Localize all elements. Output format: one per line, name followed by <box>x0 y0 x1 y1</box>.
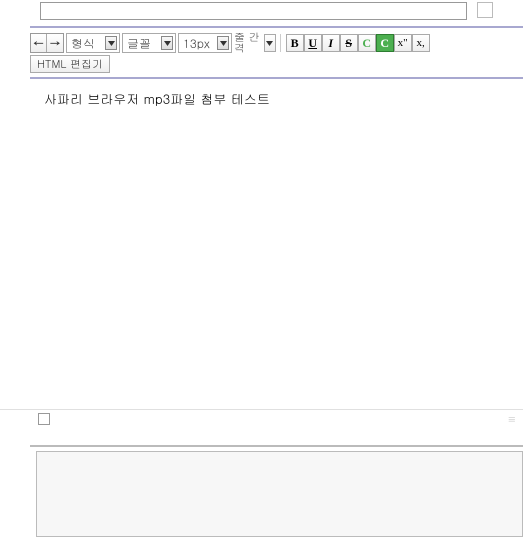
editor-toolbar: ← → 형식 글꼴 13px 줄 간 격 B U I S C <box>30 26 523 73</box>
bold-button[interactable]: B <box>286 34 304 52</box>
html-editor-button[interactable]: HTML 편집기 <box>30 55 110 73</box>
font-select[interactable]: 글꼴 <box>122 33 176 53</box>
italic-button[interactable]: I <box>322 34 340 52</box>
underline-button[interactable]: U <box>304 34 322 52</box>
format-select[interactable]: 형식 <box>66 33 120 53</box>
lower-panel-content <box>36 451 523 537</box>
status-checkbox-icon[interactable] <box>38 413 50 425</box>
redo-button[interactable]: → <box>47 34 63 52</box>
fontsize-select-label: 13px <box>183 35 215 52</box>
title-input[interactable] <box>40 2 467 20</box>
superscript-button[interactable]: x" <box>394 34 412 52</box>
lower-panel <box>30 445 523 537</box>
status-bar: ≡ <box>0 409 523 427</box>
chevron-down-icon <box>105 36 117 50</box>
history-group: ← → <box>30 33 64 53</box>
subscript-button[interactable]: x, <box>412 34 430 52</box>
attachment-icon[interactable] <box>477 2 493 18</box>
bgcolor-button[interactable]: C <box>376 34 394 52</box>
chevron-down-icon <box>161 36 173 50</box>
undo-button[interactable]: ← <box>31 34 47 52</box>
separator <box>280 34 282 52</box>
font-select-label: 글꼴 <box>127 35 159 52</box>
strike-button[interactable]: S <box>340 34 358 52</box>
resize-handle-icon[interactable]: ≡ <box>508 412 515 426</box>
linespacing-label: 줄 간 격 <box>234 32 260 54</box>
chevron-down-icon <box>217 36 229 50</box>
editor-text: 사파리 브라우저 mp3파일 첨부 테스트 <box>44 89 270 108</box>
text-format-group: B U I S C C x" x, <box>286 34 430 52</box>
linespacing-select[interactable] <box>264 34 276 52</box>
textcolor-button[interactable]: C <box>358 34 376 52</box>
fontsize-select[interactable]: 13px <box>178 33 232 53</box>
editor-content-area[interactable]: 사파리 브라우저 mp3파일 첨부 테스트 <box>38 79 523 409</box>
format-select-label: 형식 <box>71 35 103 52</box>
